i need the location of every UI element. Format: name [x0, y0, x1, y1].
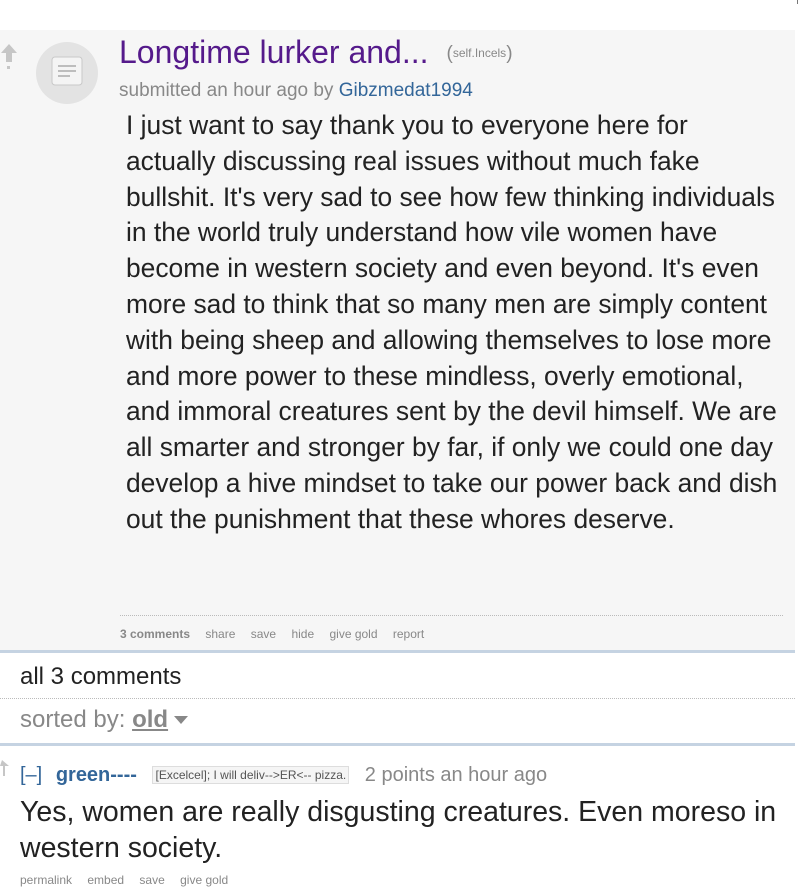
- post-panel: Longtime lurker and... (self.Incels) subm…: [0, 30, 795, 653]
- comment-body: Yes, women are really disgusting creatur…: [20, 796, 777, 864]
- save-button[interactable]: save: [251, 627, 276, 641]
- post-selftext: I just want to say thank you to everyone…: [120, 108, 783, 616]
- post-title-link[interactable]: Longtime lurker and...: [119, 34, 429, 70]
- all-comments-link[interactable]: all 3 comments: [20, 663, 181, 691]
- user-flair: [Excelcel]; I will deliv-->ER<-- pizza.: [152, 766, 350, 784]
- sort-label: sorted by:: [20, 706, 126, 733]
- embed-button[interactable]: embed: [87, 873, 124, 887]
- dotted-divider: [0, 698, 795, 699]
- comment-upvote-icon[interactable]: [0, 759, 12, 777]
- post-tagline: submitted an hour ago by Gibzmedat1994: [119, 80, 473, 102]
- comments-link[interactable]: 3 comments: [120, 627, 190, 641]
- self-post-thumbnail[interactable]: [36, 42, 98, 104]
- collapse-toggle[interactable]: [–]: [20, 764, 42, 786]
- report-button[interactable]: report: [393, 627, 424, 641]
- comment-buttons: permalink embed save give gold: [20, 873, 240, 887]
- comment-author-link[interactable]: green----: [56, 764, 137, 786]
- comment: [–] green---- [Excelcel]; I will deliv--…: [0, 752, 800, 887]
- hide-button[interactable]: hide: [291, 627, 314, 641]
- comment-header: [–] green---- [Excelcel]; I will deliv--…: [20, 764, 547, 787]
- upvote-arrow-icon[interactable]: [0, 42, 18, 70]
- post-title-row: Longtime lurker and... (self.Incels): [119, 34, 513, 71]
- post-author-link[interactable]: Gibzmedat1994: [339, 80, 473, 101]
- sort-control: sorted by: old: [20, 706, 189, 734]
- give-gold-button[interactable]: give gold: [329, 627, 377, 641]
- comment-save-button[interactable]: save: [139, 873, 164, 887]
- comment-give-gold-button[interactable]: give gold: [180, 873, 228, 887]
- share-button[interactable]: share: [205, 627, 235, 641]
- top-bar: [0, 0, 800, 30]
- comment-score: 2 points an hour ago: [364, 764, 548, 786]
- scroll-tick: [797, 0, 798, 4]
- post-domain-label[interactable]: self.Incels: [453, 46, 506, 60]
- post-domain[interactable]: (self.Incels): [447, 43, 513, 64]
- tagline-prefix: submitted an hour ago by: [119, 80, 334, 101]
- sort-dropdown-value[interactable]: old: [132, 706, 168, 733]
- comments-header: all 3 comments sorted by: old: [0, 653, 795, 746]
- permalink-button[interactable]: permalink: [20, 873, 72, 887]
- caret-down-icon[interactable]: [174, 716, 189, 724]
- post-selftext-body: I just want to say thank you to everyone…: [126, 110, 778, 534]
- self-post-text-icon: [51, 56, 83, 91]
- post-buttons: 3 comments share save hide give gold rep…: [120, 627, 436, 641]
